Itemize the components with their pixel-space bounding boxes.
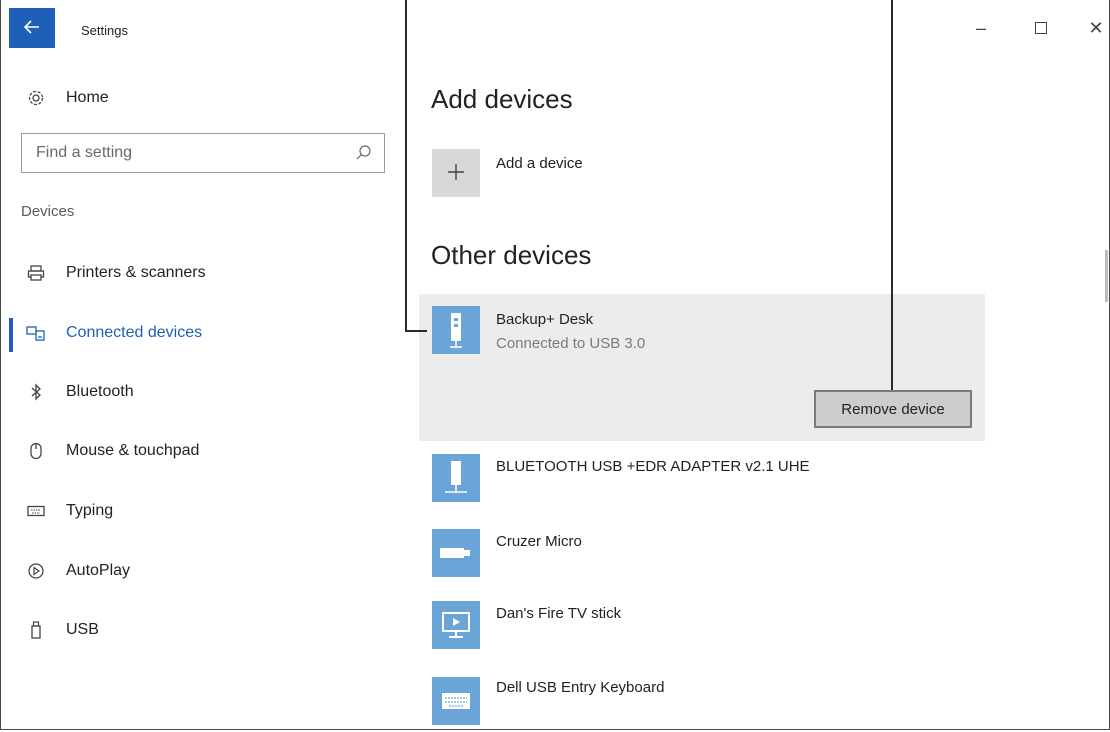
sidebar-item-label: AutoPlay [66, 562, 131, 579]
bluetooth-icon [25, 381, 47, 403]
close-button[interactable]: ✕ [1081, 18, 1109, 39]
keyboard-icon [25, 500, 47, 522]
scrollbar[interactable] [1105, 250, 1108, 302]
device-name[interactable]: Dell USB Entry Keyboard [496, 679, 664, 696]
sidebar-item-label: Connected devices [66, 324, 203, 341]
minimize-button[interactable]: – [966, 18, 996, 39]
back-arrow-icon [23, 18, 40, 39]
mouse-icon [25, 440, 47, 462]
connected-devices-icon [25, 322, 47, 344]
maximize-icon [1035, 22, 1047, 34]
tv-icon [432, 601, 480, 649]
device-name[interactable]: Dan's Fire TV stick [496, 605, 621, 622]
plus-icon [446, 157, 466, 189]
sidebar-item-label: USB [66, 621, 99, 638]
sidebar-item-connected-devices[interactable]: Connected devices [1, 313, 401, 353]
remove-device-button[interactable]: Remove device [814, 390, 972, 428]
flash-drive-icon [432, 529, 480, 577]
callout-line [405, 0, 407, 332]
sidebar-item-mouse[interactable]: Mouse & touchpad [1, 431, 401, 471]
sidebar-item-home[interactable]: Home [1, 78, 401, 118]
keyboard-icon [432, 677, 480, 725]
search-icon[interactable] [354, 143, 374, 163]
sidebar-item-label: Typing [66, 502, 114, 519]
device-name[interactable]: BLUETOOTH USB +EDR ADAPTER v2.1 UHE [496, 458, 810, 475]
usb-adapter-icon [432, 454, 480, 502]
sidebar-item-label: Bluetooth [66, 383, 134, 400]
search-field[interactable] [21, 133, 385, 173]
sidebar-item-autoplay[interactable]: AutoPlay [1, 551, 401, 591]
device-name[interactable]: Backup+ Desk [496, 311, 593, 328]
sidebar-item-label: Printers & scanners [66, 264, 206, 281]
window-title: Settings [81, 23, 128, 38]
device-name[interactable]: Cruzer Micro [496, 533, 582, 550]
title-bar: Settings – ✕ [1, 0, 1109, 48]
callout-line [405, 330, 427, 332]
drive-icon [432, 306, 480, 354]
autoplay-icon [25, 560, 47, 582]
sidebar-item-usb[interactable]: USB [1, 610, 401, 650]
callout-line [891, 0, 893, 390]
add-device-button[interactable] [432, 149, 480, 197]
printer-icon [25, 262, 47, 284]
maximize-button[interactable] [1026, 18, 1056, 39]
add-devices-heading: Add devices [431, 84, 573, 114]
other-devices-heading: Other devices [431, 240, 592, 270]
gear-icon [25, 87, 47, 109]
usb-icon [25, 619, 47, 641]
sidebar-item-bluetooth[interactable]: Bluetooth [1, 372, 401, 412]
search-input[interactable] [22, 134, 352, 172]
settings-window: Settings – ✕ Home Devices Printers & sca… [0, 0, 1110, 730]
sidebar-item-label: Home [66, 89, 109, 106]
sidebar-item-typing[interactable]: Typing [1, 491, 401, 531]
section-label-devices: Devices [21, 203, 75, 220]
sidebar-item-label: Mouse & touchpad [66, 442, 200, 459]
add-device-label[interactable]: Add a device [496, 155, 583, 172]
device-status: Connected to USB 3.0 [496, 335, 646, 352]
sidebar-item-printers[interactable]: Printers & scanners [1, 253, 401, 293]
